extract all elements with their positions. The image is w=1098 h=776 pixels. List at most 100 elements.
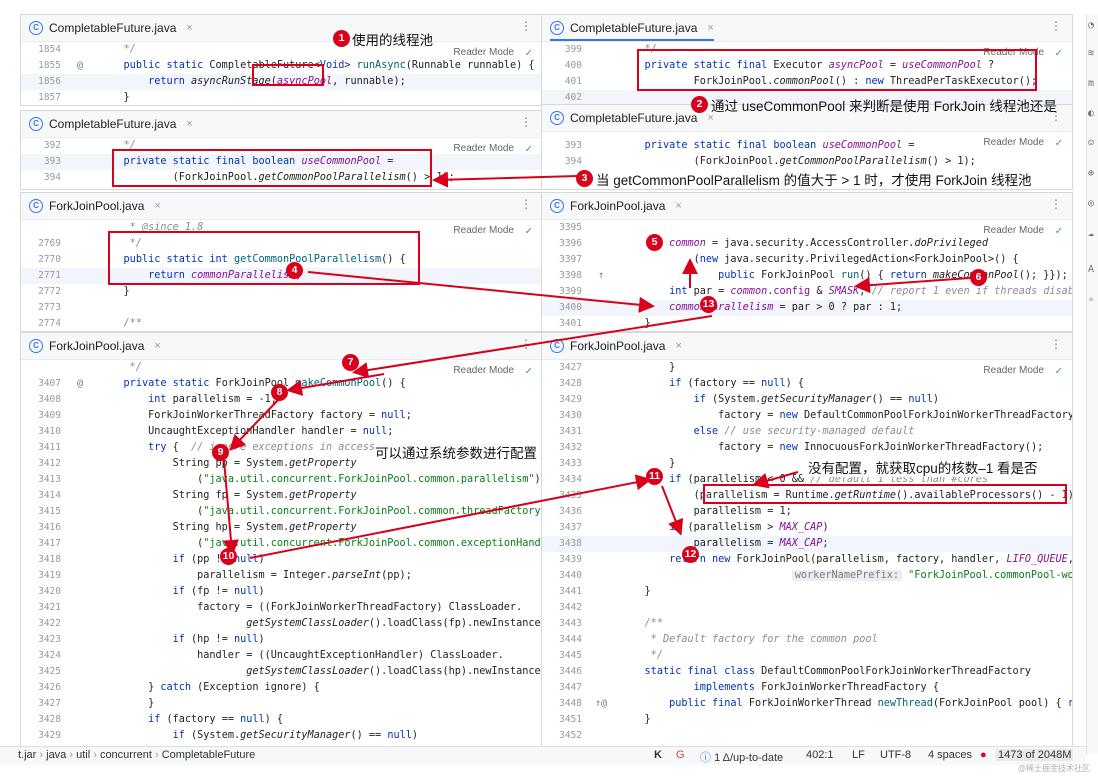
code-text[interactable]: int par = common.config & SMASK; // repo… — [620, 284, 1072, 300]
reader-mode-button[interactable]: Reader Mode — [453, 365, 514, 376]
line-number[interactable]: 3436 — [542, 504, 582, 520]
line-number[interactable]: 3442 — [542, 600, 582, 616]
line-number[interactable]: 3410 — [21, 424, 61, 440]
line-number[interactable]: 3427 — [21, 696, 61, 712]
line-number[interactable]: 3420 — [21, 584, 61, 600]
endpoints-icon[interactable]: ◎ — [1088, 198, 1094, 209]
line-number[interactable]: 2771 — [21, 268, 61, 284]
line-separator[interactable]: LF — [852, 749, 865, 761]
maven-icon[interactable]: m — [1088, 78, 1094, 89]
line-number[interactable]: 3412 — [21, 456, 61, 472]
line-number[interactable]: 393 — [542, 138, 582, 154]
code-text[interactable]: public ForkJoinPool run() { return makeC… — [620, 268, 1068, 284]
error-icon[interactable]: ● — [980, 749, 987, 761]
code-text[interactable]: if (pp != null) — [99, 552, 265, 568]
kotlin-icon[interactable]: K — [654, 749, 662, 761]
code-line[interactable]: 3429 if (System.getSecurityManager() == … — [21, 728, 542, 744]
code-text[interactable]: */ — [99, 360, 142, 376]
code-line[interactable]: 3410 UncaughtExceptionHandler handler = … — [21, 424, 542, 440]
code-line[interactable]: 3398 ↑ public ForkJoinPool run() { return… — [542, 268, 1072, 284]
code-line[interactable]: 3400 commonParallelism = par > 0 ? par :… — [542, 300, 1072, 316]
editor-tab[interactable]: C ForkJoinPool.java × — [550, 333, 682, 359]
code-text[interactable]: parallelism = Integer.parseInt(pp); — [99, 568, 412, 584]
line-number[interactable]: 3427 — [542, 360, 582, 376]
code-text[interactable]: } — [620, 584, 651, 600]
editor-tab[interactable]: C ForkJoinPool.java × — [29, 333, 161, 359]
line-number[interactable]: 3441 — [542, 584, 582, 600]
line-number[interactable]: 3425 — [21, 664, 61, 680]
more-icon[interactable]: ⋮ — [520, 197, 532, 211]
code-line[interactable]: 3445 */ — [542, 648, 1072, 664]
reader-mode-button[interactable]: Reader Mode — [983, 137, 1044, 148]
line-number[interactable]: 1856 — [21, 74, 61, 90]
code-line[interactable]: 3416 String hp = System.getProperty — [21, 520, 542, 536]
cloud-icon[interactable]: ☁ — [1088, 228, 1094, 239]
code-text[interactable]: String fp = System.getProperty — [99, 488, 357, 504]
code-line[interactable]: 3413 ("java.util.concurrent.ForkJoinPool… — [21, 472, 542, 488]
code-text[interactable]: */ — [99, 42, 136, 58]
code-text[interactable]: if (parallelism > MAX_CAP) — [620, 520, 829, 536]
line-number[interactable]: 3396 — [542, 236, 582, 252]
breadcrumb-item[interactable]: CompletableFuture — [162, 749, 256, 761]
code-line[interactable]: 3415 ("java.util.concurrent.ForkJoinPool… — [21, 504, 542, 520]
code-line[interactable]: 3419 parallelism = Integer.parseInt(pp); — [21, 568, 542, 584]
code-line[interactable]: 3397 (new java.security.PrivilegedAction… — [542, 252, 1072, 268]
editor-tab[interactable]: C ForkJoinPool.java × — [550, 193, 682, 219]
code-line[interactable]: 3437 if (parallelism > MAX_CAP) — [542, 520, 1072, 536]
code-line[interactable]: 3425 getSystemClassLoader().loadClass(hp… — [21, 664, 542, 680]
line-number[interactable]: 3439 — [542, 552, 582, 568]
line-number[interactable]: 3395 — [542, 220, 582, 236]
memory-indicator[interactable]: 1473 of 2048M — [996, 749, 1074, 761]
code-text[interactable]: ("java.util.concurrent.ForkJoinPool.comm… — [99, 472, 542, 488]
code-text[interactable]: static final class DefaultCommonPoolFork… — [620, 664, 1031, 680]
line-number[interactable]: 3426 — [21, 680, 61, 696]
close-icon[interactable]: × — [186, 118, 192, 130]
line-number[interactable]: 3428 — [542, 376, 582, 392]
vcs-status[interactable]: ⓘ 1 Δ/up-to-date — [700, 749, 783, 765]
close-icon[interactable]: × — [154, 340, 160, 352]
code-line[interactable]: 3441 } — [542, 584, 1072, 600]
code-line[interactable]: 3431 else // use security-managed defaul… — [542, 424, 1072, 440]
line-number[interactable]: 3408 — [21, 392, 61, 408]
code-line[interactable]: 3432 factory = new InnocuousForkJoinWork… — [542, 440, 1072, 456]
code-text[interactable]: String pp = System.getProperty — [99, 456, 357, 472]
code-text[interactable]: if (hp != null) — [99, 632, 265, 648]
line-number[interactable]: 3429 — [542, 392, 582, 408]
line-number[interactable]: 3429 — [21, 728, 61, 744]
code-line[interactable]: 3451 } — [542, 712, 1072, 728]
code-line[interactable]: 3427 } — [21, 696, 542, 712]
code-text[interactable]: ("java.util.concurrent.ForkJoinPool.comm… — [99, 536, 542, 552]
close-icon[interactable]: × — [707, 22, 713, 34]
editor-tab[interactable]: C CompletableFuture.java × — [29, 111, 193, 137]
code-line[interactable]: 3426 } catch (Exception ignore) { — [21, 680, 542, 696]
editor-tab[interactable]: C CompletableFuture.java × — [550, 105, 714, 131]
code-text[interactable]: factory = ((ForkJoinWorkerThreadFactory)… — [99, 600, 522, 616]
code-text[interactable]: getSystemClassLoader().loadClass(hp).new… — [99, 664, 542, 680]
database-icon[interactable]: ≋ — [1088, 48, 1094, 59]
line-number[interactable]: 3424 — [21, 648, 61, 664]
code-text[interactable]: factory = new DefaultCommonPoolForkJoinW… — [620, 408, 1072, 424]
line-number[interactable]: 3443 — [542, 616, 582, 632]
code-line[interactable]: 3424 handler = ((UncaughtExceptionHandle… — [21, 648, 542, 664]
line-number[interactable]: 3419 — [21, 568, 61, 584]
line-number[interactable]: 3438 — [542, 536, 582, 552]
more-icon[interactable]: ⋮ — [520, 337, 532, 351]
line-number[interactable]: 3423 — [21, 632, 61, 648]
google-icon[interactable]: G — [676, 749, 685, 761]
code-line[interactable]: 2773 — [21, 300, 542, 316]
line-number[interactable]: 2769 — [21, 236, 61, 252]
code-text[interactable]: implements ForkJoinWorkerThreadFactory { — [620, 680, 939, 696]
code-line[interactable]: 3417 ("java.util.concurrent.ForkJoinPool… — [21, 536, 542, 552]
line-number[interactable]: 2774 — [21, 316, 61, 331]
code-text[interactable]: if (factory == null) { — [99, 712, 283, 728]
breadcrumb-item[interactable]: concurrent — [100, 749, 152, 761]
line-number[interactable]: 3401 — [542, 316, 582, 331]
code-line[interactable]: 3430 factory = new DefaultCommonPoolFork… — [542, 408, 1072, 424]
code-text[interactable]: } — [620, 316, 651, 331]
code-text[interactable]: if (System.getSecurityManager() == null) — [99, 728, 418, 744]
code-line[interactable]: 3446 static final class DefaultCommonPoo… — [542, 664, 1072, 680]
code-text[interactable]: /** — [620, 616, 663, 632]
code-line[interactable]: 3421 factory = ((ForkJoinWorkerThreadFac… — [21, 600, 542, 616]
reader-mode-button[interactable]: Reader Mode — [983, 365, 1044, 376]
line-number[interactable]: 3416 — [21, 520, 61, 536]
